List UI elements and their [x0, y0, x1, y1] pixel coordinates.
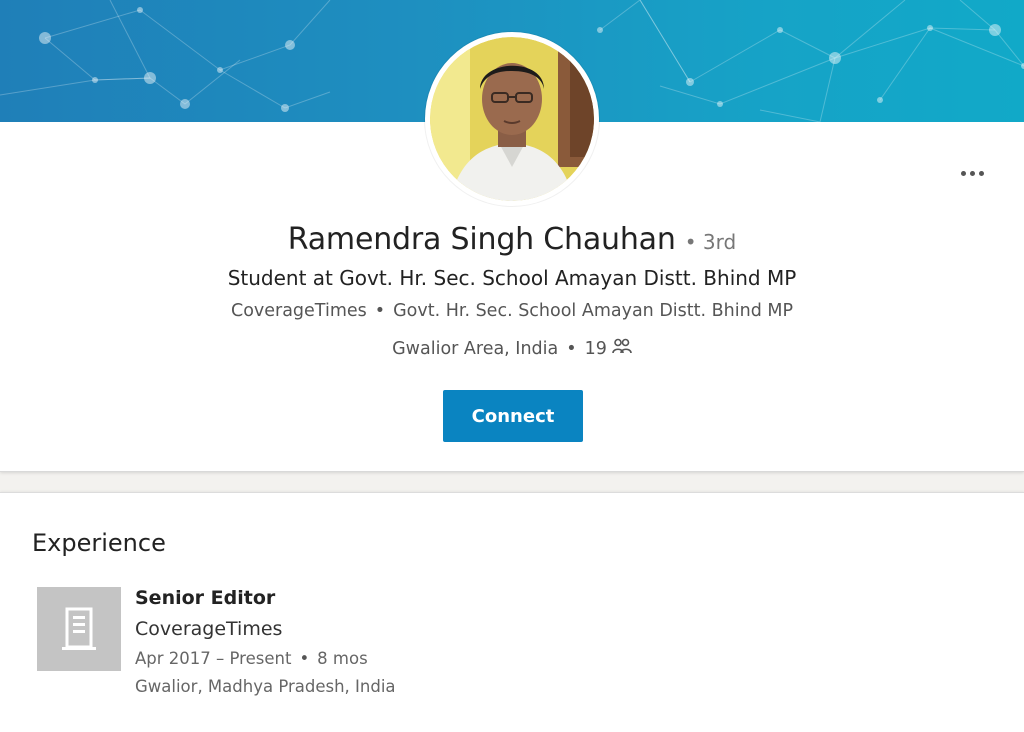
job-title[interactable]: Senior Editor: [135, 587, 275, 609]
section-title: Experience: [32, 529, 166, 557]
connect-button[interactable]: Connect: [443, 390, 583, 442]
profile-card: Ramendra Singh Chauhan • 3rd Student at …: [0, 0, 1024, 472]
experience-section: Experience Senior Editor CoverageTimes A…: [0, 492, 1024, 732]
more-horizontal-icon: [960, 170, 966, 176]
location-row: Gwalior Area, India • 19: [0, 338, 1024, 359]
avatar[interactable]: [425, 32, 599, 206]
job-location: Gwalior, Madhya Pradesh, India: [135, 677, 396, 696]
job-duration: 8 mos: [317, 649, 368, 668]
more-options-button[interactable]: [952, 160, 992, 186]
profile-headline: Student at Govt. Hr. Sec. School Amayan …: [227, 266, 797, 290]
connections-count[interactable]: 19: [585, 339, 607, 359]
company-logo[interactable]: [37, 587, 121, 671]
current-company-link[interactable]: CoverageTimes: [231, 301, 367, 321]
profile-name: Ramendra Singh Chauhan: [287, 222, 676, 257]
school-link[interactable]: Govt. Hr. Sec. School Amayan Distt. Bhin…: [393, 301, 793, 321]
people-icon[interactable]: [612, 338, 632, 359]
profile-affiliations: CoverageTimes • Govt. Hr. Sec. School Amay…: [230, 301, 794, 321]
profile-location: Gwalior Area, India: [392, 338, 559, 359]
connection-degree: • 3rd: [684, 230, 737, 254]
name-row: Ramendra Singh Chauhan • 3rd: [0, 222, 1024, 257]
building-icon: [62, 607, 96, 650]
company-name: CoverageTimes: [135, 618, 283, 640]
job-dates: Apr 2017 – Present • 8 mos: [135, 649, 368, 668]
